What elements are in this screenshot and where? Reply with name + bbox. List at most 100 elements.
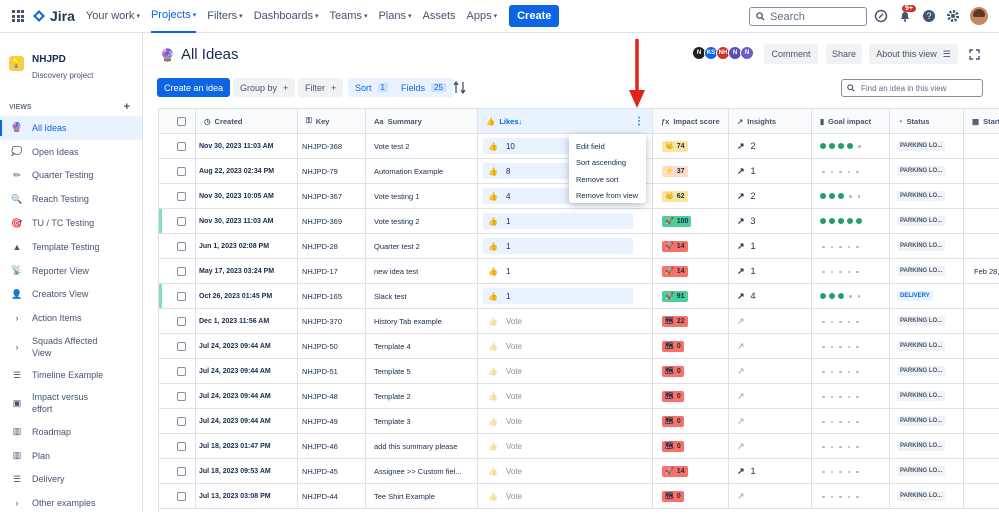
summary-cell[interactable]: Template 3	[366, 409, 478, 433]
page-title[interactable]: All Ideas	[181, 46, 239, 63]
insights-cell[interactable]: ↗	[729, 334, 812, 358]
vote-button[interactable]: 👍 Vote	[483, 313, 633, 329]
idea-key[interactable]: NHJPD-368	[302, 142, 342, 151]
row-select-cell[interactable]	[159, 409, 196, 433]
menu-item-remove-sort[interactable]: Remove sort	[569, 171, 646, 188]
idea-summary[interactable]: Assignee >> Custom fiel...	[374, 467, 462, 476]
likes-cell[interactable]: 👍 Vote	[478, 434, 653, 458]
idea-key[interactable]: NHJPD-50	[302, 342, 338, 351]
likes-cell[interactable]: 👍 Vote	[478, 459, 653, 483]
likes-cell[interactable]: 👍 Vote	[478, 359, 653, 383]
table-row[interactable]: Jul 18, 2023 01:47 PM NHJPD-46 add this su…	[159, 434, 999, 459]
idea-key[interactable]: NHJPD-51	[302, 367, 338, 376]
summary-cell[interactable]: new idea test	[366, 259, 478, 283]
status-badge[interactable]: PARKING LO...	[897, 241, 946, 251]
status-cell[interactable]: PARKING LO...	[890, 309, 964, 333]
vote-button[interactable]: 👍 Vote	[483, 488, 633, 504]
column-header-summary[interactable]: Aa Summary	[366, 109, 478, 133]
summary-cell[interactable]: Automation Example	[366, 159, 478, 183]
nav-apps[interactable]: Apps ▾	[467, 0, 498, 33]
key-cell[interactable]: NHJPD-44	[298, 484, 366, 508]
status-cell[interactable]: PARKING LO...	[890, 209, 964, 233]
row-checkbox[interactable]	[177, 316, 186, 326]
status-badge[interactable]: PARKING LO...	[897, 141, 946, 151]
likes-cell[interactable]: 👍 Vote	[478, 334, 653, 358]
status-badge[interactable]: PARKING LO...	[897, 416, 946, 426]
sidebar-item-reporter-view[interactable]: 📡 Reporter View	[0, 259, 142, 283]
idea-summary[interactable]: Vote testing 1	[374, 192, 419, 201]
key-cell[interactable]: NHJPD-367	[298, 184, 366, 208]
row-checkbox[interactable]	[177, 191, 186, 201]
nav-plans[interactable]: Plans ▾	[378, 0, 411, 33]
key-cell[interactable]: NHJPD-51	[298, 359, 366, 383]
sidebar-item-timeline-example[interactable]: ☰ Timeline Example	[0, 363, 142, 387]
summary-cell[interactable]: Template 5	[366, 359, 478, 383]
jira-logo[interactable]: Jira	[32, 8, 75, 24]
vote-button[interactable]: 👍 Vote	[483, 413, 633, 429]
whats-new-icon[interactable]	[874, 9, 888, 23]
nav-assets[interactable]: Assets	[423, 0, 456, 33]
idea-key[interactable]: NHJPD-79	[302, 167, 338, 176]
row-select-cell[interactable]	[159, 384, 196, 408]
status-badge[interactable]: PARKING LO...	[897, 341, 946, 351]
status-badge[interactable]: PARKING LO...	[897, 191, 946, 201]
idea-summary[interactable]: Template 5	[374, 367, 411, 376]
row-checkbox[interactable]	[177, 266, 186, 276]
table-row[interactable]: Jul 24, 2023 09:44 AM NHJPD-50 Template 4 👍…	[159, 334, 999, 359]
sidebar-item-all-ideas[interactable]: 🔮 All Ideas	[0, 116, 142, 140]
row-checkbox[interactable]	[177, 391, 186, 401]
row-select-cell[interactable]	[159, 434, 196, 458]
likes-cell[interactable]: 👍 Vote	[478, 384, 653, 408]
vote-button[interactable]: 👍 Vote	[483, 338, 633, 354]
row-select-cell[interactable]	[159, 209, 196, 233]
table-row[interactable]: Jul 24, 2023 09:44 AM NHJPD-51 Template 5 👍…	[159, 359, 999, 384]
idea-summary[interactable]: Template 3	[374, 417, 411, 426]
row-select-cell[interactable]	[159, 159, 196, 183]
find-idea-input[interactable]: Find an idea in this view	[841, 79, 983, 97]
idea-summary[interactable]: Slack test	[374, 292, 407, 301]
likes-cell[interactable]: 👍 Vote	[478, 409, 653, 433]
vote-button[interactable]: 👍 Vote	[483, 363, 633, 379]
project-header[interactable]: 💡 NHJPD Discovery project	[9, 47, 142, 80]
sidebar-item-creators-view[interactable]: 👤 Creators View	[0, 283, 142, 307]
sidebar-item-tu-tc-testing[interactable]: 🎯 TU / TC Testing	[0, 211, 142, 235]
status-cell[interactable]: PARKING LO...	[890, 334, 964, 358]
auto-sort-icon[interactable]	[453, 80, 467, 95]
key-cell[interactable]: NHJPD-45	[298, 459, 366, 483]
table-row[interactable]: Jul 13, 2023 03:08 PM NHJPD-44 Tee Shirt E…	[159, 484, 999, 509]
fields-button[interactable]: Fields 25	[394, 78, 453, 97]
fullscreen-icon[interactable]	[969, 49, 980, 60]
sidebar-item-open-ideas[interactable]: 💭 Open Ideas	[0, 140, 142, 164]
status-badge[interactable]: PARKING LO...	[897, 491, 946, 501]
insights-cell[interactable]: ↗	[729, 409, 812, 433]
row-select-cell[interactable]	[159, 484, 196, 508]
table-row[interactable]: Jul 18, 2023 09:53 AM NHJPD-45 Assignee >>…	[159, 459, 999, 484]
search-input[interactable]: Search	[749, 7, 867, 26]
idea-key[interactable]: NHJPD-17	[302, 267, 338, 276]
menu-item-edit-field[interactable]: Edit field	[569, 138, 646, 155]
column-header-key[interactable]: ⚿ Key	[298, 109, 366, 133]
insights-cell[interactable]: ↗ 4	[729, 284, 812, 308]
status-cell[interactable]: PARKING LO...	[890, 234, 964, 258]
status-cell[interactable]: PARKING LO...	[890, 184, 964, 208]
row-checkbox[interactable]	[177, 491, 186, 501]
key-cell[interactable]: NHJPD-50	[298, 334, 366, 358]
vote-button[interactable]: 👍 1	[483, 263, 633, 279]
idea-summary[interactable]: Template 4	[374, 342, 411, 351]
key-cell[interactable]: NHJPD-369	[298, 209, 366, 233]
row-checkbox[interactable]	[177, 441, 186, 451]
table-row[interactable]: Dec 1, 2023 11:56 AM NHJPD-370 History Tab…	[159, 309, 999, 334]
row-checkbox[interactable]	[177, 241, 186, 251]
idea-key[interactable]: NHJPD-45	[302, 467, 338, 476]
sort-button[interactable]: Sort 1	[348, 78, 395, 97]
help-icon[interactable]: ?	[922, 9, 936, 23]
status-badge[interactable]: PARKING LO...	[897, 216, 946, 226]
idea-key[interactable]: NHJPD-49	[302, 417, 338, 426]
sidebar-item-roadmap[interactable]: ▥ Roadmap	[0, 420, 142, 444]
likes-cell[interactable]: 👍 1	[478, 209, 653, 233]
idea-summary[interactable]: Quarter test 2	[374, 242, 420, 251]
status-badge[interactable]: PARKING LO...	[897, 166, 946, 176]
idea-summary[interactable]: Template 2	[374, 392, 411, 401]
nav-your-work[interactable]: Your work ▾	[86, 0, 140, 33]
status-badge[interactable]: PARKING LO...	[897, 316, 946, 326]
